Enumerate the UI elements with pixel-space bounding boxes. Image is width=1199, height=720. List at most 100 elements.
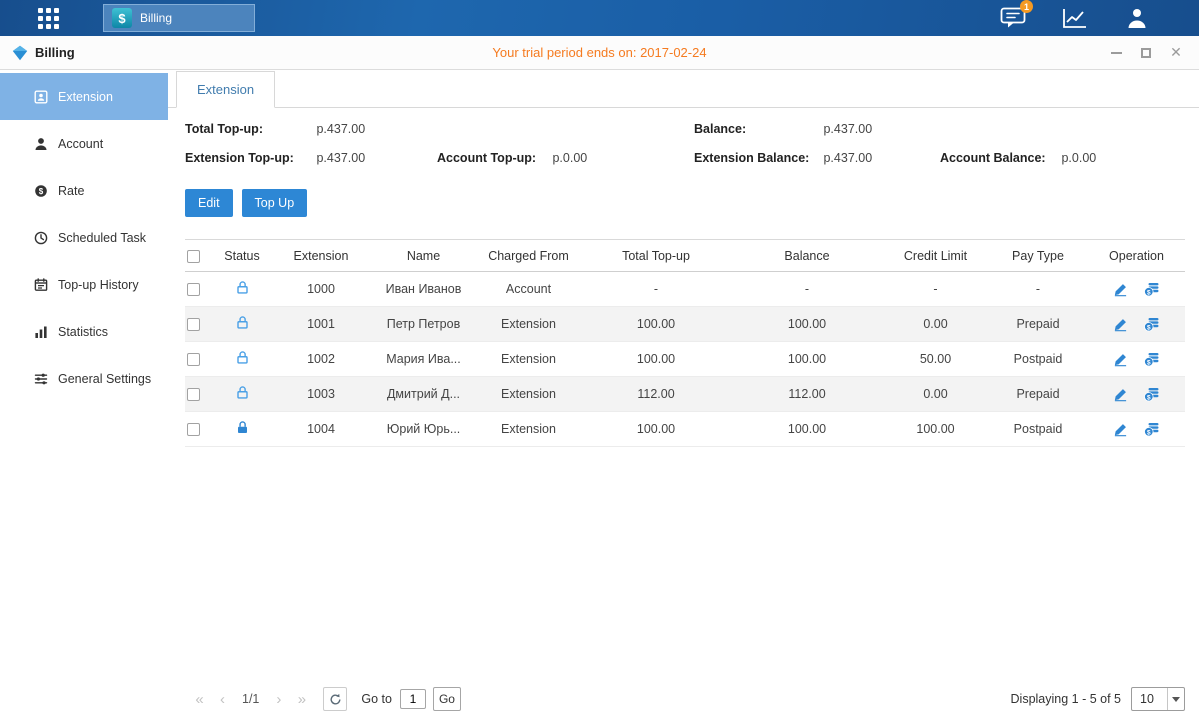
- calendar-icon: [33, 277, 49, 293]
- edit-icon[interactable]: [1113, 387, 1128, 402]
- charged-from: Account: [476, 282, 581, 296]
- col-extension: Extension: [271, 249, 371, 263]
- svg-text:$: $: [1147, 359, 1151, 366]
- extension-table: Status Extension Name Charged From Total…: [185, 239, 1185, 447]
- person-icon: [1125, 7, 1149, 29]
- edit-icon[interactable]: [1113, 317, 1128, 332]
- col-total-topup: Total Top-up: [581, 249, 731, 263]
- row-checkbox[interactable]: [187, 388, 200, 401]
- row-checkbox[interactable]: [187, 353, 200, 366]
- col-operation: Operation: [1088, 249, 1185, 263]
- col-balance: Balance: [731, 249, 883, 263]
- goto-page-input[interactable]: [400, 689, 426, 709]
- extension-number: 1004: [271, 422, 371, 436]
- extension-number: 1000: [271, 282, 371, 296]
- window-titlebar: Billing Your trial period ends on: 2017-…: [0, 36, 1199, 70]
- sidebar-item-extension[interactable]: Extension: [0, 73, 168, 120]
- billing-taskbar-tab[interactable]: $ Billing: [103, 4, 255, 32]
- extension-name: Юрий Юрь...: [371, 422, 476, 436]
- credit-limit: 50.00: [883, 352, 988, 366]
- displaying-count: Displaying 1 - 5 of 5: [1011, 692, 1121, 706]
- summary-total-topup: Total Top-up: p.437.00: [185, 122, 437, 136]
- row-checkbox[interactable]: [187, 423, 200, 436]
- dollar-app-icon: $: [112, 8, 132, 28]
- extension-number: 1001: [271, 317, 371, 331]
- table-row: 1001 Петр Петров Extension 100.00 100.00…: [185, 307, 1185, 342]
- sliders-icon: [33, 371, 49, 387]
- col-status: Status: [213, 249, 271, 263]
- extension-name: Мария Ива...: [371, 352, 476, 366]
- top-up-button[interactable]: Top Up: [242, 189, 308, 217]
- topbar: $ Billing 1: [0, 0, 1199, 36]
- credit-limit: -: [883, 282, 988, 296]
- minimize-button[interactable]: [1109, 46, 1123, 60]
- close-button[interactable]: ✕: [1169, 46, 1183, 60]
- next-page-button[interactable]: ›: [267, 688, 290, 711]
- pagination-bar: « ‹ 1/1 › » Go to Go Displaying 1 - 5 of…: [185, 687, 1185, 711]
- summary-balance: Balance: p.437.00: [694, 122, 940, 136]
- summary-account-topup: Account Top-up: p.0.00: [437, 151, 694, 165]
- page-size-select[interactable]: 10: [1131, 687, 1185, 711]
- top-up-icon[interactable]: $: [1144, 386, 1160, 402]
- credit-limit: 100.00: [883, 422, 988, 436]
- page-indicator: 1/1: [242, 692, 259, 706]
- last-page-button[interactable]: »: [290, 688, 313, 711]
- notifications-icon[interactable]: 1: [999, 6, 1027, 30]
- main-panel: Extension Total Top-up: p.437.00 Balance…: [168, 70, 1199, 720]
- table-row: 1002 Мария Ива... Extension 100.00 100.0…: [185, 342, 1185, 377]
- sidebar-item-account[interactable]: Account: [0, 120, 168, 167]
- svg-text:$: $: [1147, 289, 1151, 296]
- top-up-icon[interactable]: $: [1144, 316, 1160, 332]
- table-row: 1004 Юрий Юрь... Extension 100.00 100.00…: [185, 412, 1185, 447]
- first-page-button[interactable]: «: [188, 688, 211, 711]
- edit-icon[interactable]: [1113, 422, 1128, 437]
- sidebar: Extension Account $ Rate Scheduled Task: [0, 70, 168, 720]
- top-up-icon[interactable]: $: [1144, 351, 1160, 367]
- rate-icon: $: [33, 183, 49, 199]
- charged-from: Extension: [476, 422, 581, 436]
- top-up-icon[interactable]: $: [1144, 421, 1160, 437]
- sidebar-item-label: Top-up History: [58, 278, 139, 292]
- user-account-icon[interactable]: [1123, 6, 1151, 30]
- svg-text:$: $: [39, 186, 44, 195]
- bar-chart-icon: [33, 324, 49, 340]
- summary-extension-balance: Extension Balance: p.437.00: [694, 151, 940, 165]
- prev-page-button[interactable]: ‹: [211, 688, 234, 711]
- chevron-down-icon: [1167, 688, 1184, 710]
- total-topup: 100.00: [581, 422, 731, 436]
- goto-label: Go to: [361, 692, 392, 706]
- extension-name: Петр Петров: [371, 317, 476, 331]
- clock-icon: [33, 230, 49, 246]
- sidebar-item-general-settings[interactable]: General Settings: [0, 355, 168, 402]
- edit-icon[interactable]: [1113, 352, 1128, 367]
- refresh-button[interactable]: [323, 687, 347, 711]
- pay-type: Prepaid: [988, 387, 1088, 401]
- statistics-topbar-icon[interactable]: [1061, 6, 1089, 30]
- row-checkbox[interactable]: [187, 318, 200, 331]
- pay-type: Postpaid: [988, 352, 1088, 366]
- extension-name: Иван Иванов: [371, 282, 476, 296]
- tab-extension[interactable]: Extension: [176, 71, 275, 108]
- row-checkbox[interactable]: [187, 283, 200, 296]
- select-all-checkbox[interactable]: [187, 250, 200, 263]
- lock-status-icon: [235, 420, 250, 435]
- sidebar-item-rate[interactable]: $ Rate: [0, 167, 168, 214]
- edit-icon[interactable]: [1113, 282, 1128, 297]
- credit-limit: 0.00: [883, 387, 988, 401]
- app-launcher-icon[interactable]: [38, 8, 59, 29]
- maximize-button[interactable]: [1139, 46, 1153, 60]
- sidebar-item-label: Extension: [58, 90, 113, 104]
- charged-from: Extension: [476, 317, 581, 331]
- trial-notice: Your trial period ends on: 2017-02-24: [0, 45, 1199, 60]
- table-row: 1000 Иван Иванов Account - - - - $: [185, 272, 1185, 307]
- total-topup: 100.00: [581, 352, 731, 366]
- edit-button[interactable]: Edit: [185, 189, 233, 217]
- top-up-icon[interactable]: $: [1144, 281, 1160, 297]
- sidebar-item-scheduled-task[interactable]: Scheduled Task: [0, 214, 168, 261]
- billing-tab-label: Billing: [140, 11, 172, 25]
- col-credit-limit: Credit Limit: [883, 249, 988, 263]
- sidebar-item-statistics[interactable]: Statistics: [0, 308, 168, 355]
- unlock-status-icon: [235, 385, 250, 400]
- go-button[interactable]: Go: [433, 687, 461, 711]
- sidebar-item-topup-history[interactable]: Top-up History: [0, 261, 168, 308]
